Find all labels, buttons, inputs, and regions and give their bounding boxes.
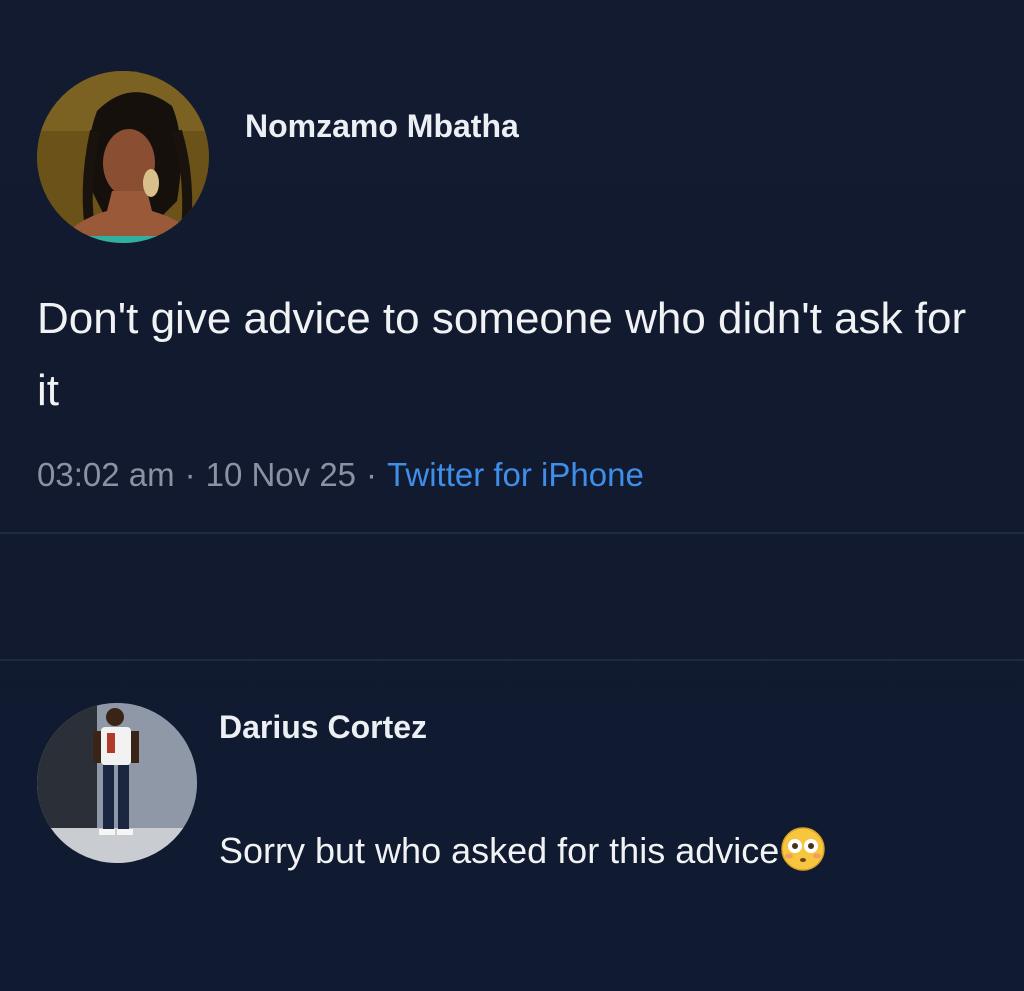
tweet-date: 10 Nov 25 bbox=[205, 456, 357, 493]
meta-separator: · bbox=[184, 456, 196, 493]
divider bbox=[0, 532, 1024, 534]
reply-text: Sorry but who asked for this advice bbox=[219, 830, 780, 872]
divider bbox=[0, 659, 1024, 661]
tweet-text: Don't give advice to someone who didn't … bbox=[37, 294, 967, 415]
profile-photo-woman-icon bbox=[37, 71, 209, 243]
profile-photo-man-icon bbox=[37, 703, 197, 863]
reply-avatar[interactable] bbox=[37, 703, 197, 863]
reply-author-name[interactable]: Darius Cortez bbox=[219, 709, 427, 746]
author-name[interactable]: Nomzamo Mbatha bbox=[245, 108, 519, 145]
author-avatar[interactable] bbox=[37, 71, 209, 243]
meta-separator: · bbox=[366, 456, 378, 493]
reply-text-line: Sorry but who asked for this advice bbox=[219, 827, 826, 880]
tweet-meta: 03:02 am · 10 Nov 25 · Twitter for iPhone bbox=[37, 456, 644, 494]
screen: Nomzamo Mbatha Don't give advice to some… bbox=[0, 0, 1024, 991]
flushed-face-emoji-icon bbox=[781, 827, 826, 880]
tweet-source-link[interactable]: Twitter for iPhone bbox=[387, 456, 644, 493]
tweet-time: 03:02 am bbox=[37, 456, 175, 493]
